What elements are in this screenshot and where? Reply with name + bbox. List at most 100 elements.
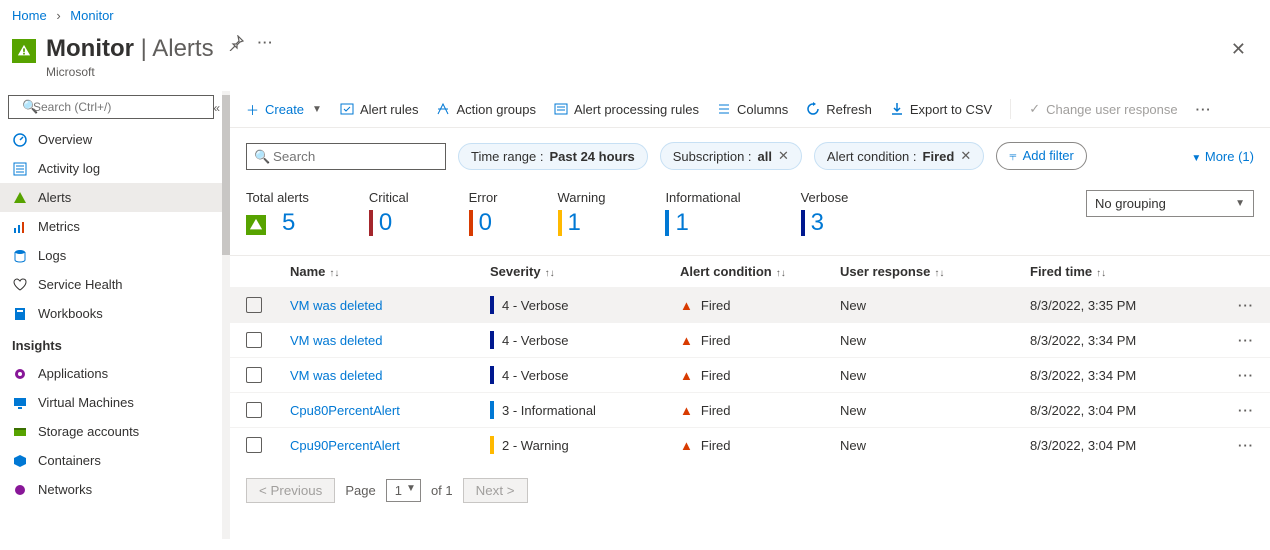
change-response-button: ✓ Change user response bbox=[1029, 101, 1177, 117]
sidebar-item-service-health[interactable]: Service Health bbox=[0, 270, 222, 299]
fired-time-cell: 8/3/2022, 3:04 PM bbox=[1030, 403, 1214, 418]
warning-icon: ▲ bbox=[680, 368, 693, 383]
alert-name-link[interactable]: Cpu80PercentAlert bbox=[290, 403, 490, 418]
columns-button[interactable]: Columns bbox=[717, 102, 788, 117]
sidebar-item-applications[interactable]: Applications bbox=[0, 359, 222, 388]
chevron-down-icon: ▼ bbox=[1191, 153, 1201, 164]
sidebar-item-label: Workbooks bbox=[38, 306, 103, 321]
refresh-icon bbox=[806, 102, 820, 116]
refresh-button[interactable]: Refresh bbox=[806, 102, 872, 117]
toolbar: ＋ Create ▼ Alert rules Action groups Ale… bbox=[230, 91, 1270, 128]
summary-verbose[interactable]: Verbose 3 bbox=[801, 190, 849, 237]
remove-filter-icon[interactable]: ✕ bbox=[960, 148, 971, 164]
response-cell: New bbox=[840, 438, 1030, 453]
summary-total[interactable]: Total alerts 5 bbox=[246, 190, 309, 237]
col-name[interactable]: Name↑↓ bbox=[290, 264, 490, 279]
add-filter-button[interactable]: ⫧ Add filter bbox=[996, 142, 1087, 170]
col-fired[interactable]: Fired time↑↓ bbox=[1030, 264, 1214, 279]
warning-icon: ▲ bbox=[680, 438, 693, 453]
more-icon[interactable]: ··· bbox=[258, 35, 274, 50]
condition-cell: ▲Fired bbox=[680, 298, 840, 313]
filter-time-range[interactable]: Time range : Past 24 hours bbox=[458, 143, 648, 170]
sidebar-item-containers[interactable]: Containers bbox=[0, 446, 222, 475]
row-checkbox[interactable] bbox=[246, 437, 262, 453]
pagination: < Previous Page 1 ▼ of 1 Next > bbox=[230, 462, 1270, 519]
breadcrumb-home[interactable]: Home bbox=[12, 8, 47, 23]
sidebar-item-label: Networks bbox=[38, 482, 92, 497]
search-icon: 🔍 bbox=[254, 149, 270, 165]
collapse-sidebar-icon[interactable]: « bbox=[213, 101, 220, 115]
fired-time-cell: 8/3/2022, 3:34 PM bbox=[1030, 333, 1214, 348]
col-severity[interactable]: Severity↑↓ bbox=[490, 264, 680, 279]
grouping-dropdown[interactable]: No grouping ▼ bbox=[1086, 190, 1254, 217]
alerts-search-input[interactable] bbox=[246, 143, 446, 170]
alert-rules-icon bbox=[340, 102, 354, 116]
row-more-icon[interactable]: ··· bbox=[1214, 403, 1254, 418]
row-more-icon[interactable]: ··· bbox=[1214, 438, 1254, 453]
sidebar-item-logs[interactable]: Logs bbox=[0, 241, 222, 270]
sidebar-item-label: Activity log bbox=[38, 161, 100, 176]
filter-subscription[interactable]: Subscription : all ✕ bbox=[660, 142, 802, 170]
close-icon[interactable]: ✕ bbox=[1227, 35, 1250, 64]
alert-name-link[interactable]: VM was deleted bbox=[290, 333, 490, 348]
sidebar-scrollbar[interactable] bbox=[222, 91, 230, 539]
row-more-icon[interactable]: ··· bbox=[1214, 368, 1254, 383]
sidebar-item-workbooks[interactable]: Workbooks bbox=[0, 299, 222, 328]
row-more-icon[interactable]: ··· bbox=[1214, 333, 1254, 348]
summary-warning[interactable]: Warning 1 bbox=[558, 190, 606, 237]
toolbar-more-icon[interactable]: ··· bbox=[1196, 102, 1212, 117]
sidebar-item-networks[interactable]: Networks bbox=[0, 475, 222, 504]
condition-cell: ▲Fired bbox=[680, 333, 840, 348]
alert-name-link[interactable]: VM was deleted bbox=[290, 298, 490, 313]
more-filters-link[interactable]: ▼ More (1) bbox=[1189, 149, 1254, 164]
page-of-label: of 1 bbox=[431, 483, 453, 498]
sort-icon: ↑↓ bbox=[776, 268, 786, 279]
logs-icon bbox=[12, 249, 28, 263]
sidebar-item-metrics[interactable]: Metrics bbox=[0, 212, 222, 241]
sidebar-item-label: Alerts bbox=[38, 190, 71, 205]
main-content: ＋ Create ▼ Alert rules Action groups Ale… bbox=[230, 91, 1270, 539]
breadcrumb-monitor[interactable]: Monitor bbox=[70, 8, 113, 23]
condition-cell: ▲Fired bbox=[680, 438, 840, 453]
table-row[interactable]: Cpu90PercentAlert2 - Warning▲FiredNew8/3… bbox=[230, 427, 1270, 462]
col-condition[interactable]: Alert condition↑↓ bbox=[680, 264, 840, 279]
summary-informational[interactable]: Informational 1 bbox=[665, 190, 740, 237]
alert-rules-button[interactable]: Alert rules bbox=[340, 102, 419, 117]
page-title: Monitor | Alerts bbox=[46, 35, 214, 63]
action-groups-button[interactable]: Action groups bbox=[436, 102, 536, 117]
warning-icon: ▲ bbox=[680, 298, 693, 313]
create-button[interactable]: ＋ Create ▼ bbox=[246, 100, 322, 119]
row-checkbox[interactable] bbox=[246, 332, 262, 348]
alert-name-link[interactable]: Cpu90PercentAlert bbox=[290, 438, 490, 453]
breadcrumb-separator: › bbox=[56, 8, 60, 23]
sidebar-item-activity-log[interactable]: Activity log bbox=[0, 154, 222, 183]
table-row[interactable]: VM was deleted4 - Verbose▲FiredNew8/3/20… bbox=[230, 322, 1270, 357]
row-more-icon[interactable]: ··· bbox=[1214, 298, 1254, 313]
pin-icon[interactable] bbox=[228, 35, 244, 51]
sort-icon: ↑↓ bbox=[934, 268, 944, 279]
filter-alert-condition[interactable]: Alert condition : Fired ✕ bbox=[814, 142, 984, 170]
table-row[interactable]: VM was deleted4 - Verbose▲FiredNew8/3/20… bbox=[230, 357, 1270, 392]
table-row[interactable]: Cpu80PercentAlert3 - Informational▲Fired… bbox=[230, 392, 1270, 427]
severity-cell: 4 - Verbose bbox=[490, 331, 680, 349]
export-button[interactable]: Export to CSV bbox=[890, 102, 992, 117]
page-select[interactable]: 1 ▼ bbox=[386, 479, 421, 502]
summary-error[interactable]: Error 0 bbox=[469, 190, 498, 237]
sidebar-item-overview[interactable]: Overview bbox=[0, 125, 222, 154]
table-row[interactable]: VM was deleted4 - Verbose▲FiredNew8/3/20… bbox=[230, 287, 1270, 322]
sort-icon: ↑↓ bbox=[545, 268, 555, 279]
processing-rules-button[interactable]: Alert processing rules bbox=[554, 102, 699, 117]
sidebar-item-virtual-machines[interactable]: Virtual Machines bbox=[0, 388, 222, 417]
summary-critical[interactable]: Critical 0 bbox=[369, 190, 409, 237]
sidebar-item-label: Logs bbox=[38, 248, 66, 263]
sidebar-item-storage[interactable]: Storage accounts bbox=[0, 417, 222, 446]
sidebar-search-input[interactable] bbox=[8, 95, 214, 119]
sidebar-item-alerts[interactable]: Alerts bbox=[0, 183, 222, 212]
alerts-icon bbox=[246, 215, 266, 235]
alert-name-link[interactable]: VM was deleted bbox=[290, 368, 490, 383]
row-checkbox[interactable] bbox=[246, 402, 262, 418]
row-checkbox[interactable] bbox=[246, 297, 262, 313]
col-response[interactable]: User response↑↓ bbox=[840, 264, 1030, 279]
remove-filter-icon[interactable]: ✕ bbox=[778, 148, 789, 164]
row-checkbox[interactable] bbox=[246, 367, 262, 383]
